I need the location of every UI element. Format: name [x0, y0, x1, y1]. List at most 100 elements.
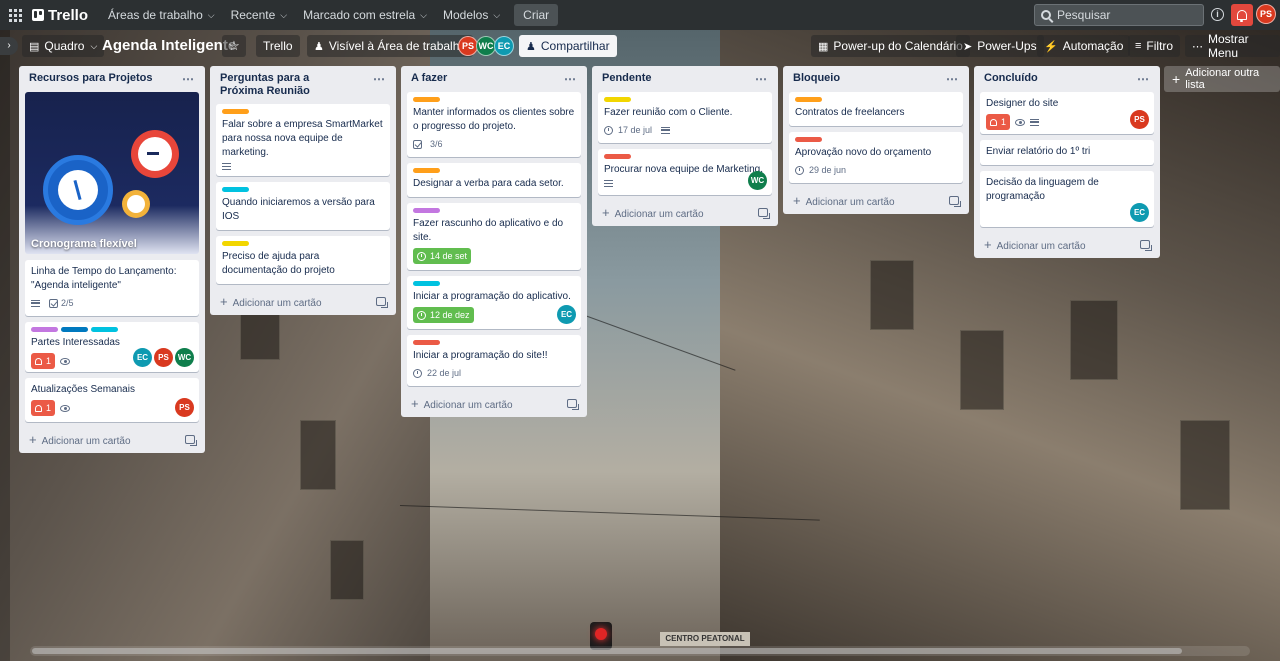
menu-templates-label: Modelos: [442, 8, 489, 22]
menu-templates[interactable]: Modelos ⌵: [437, 4, 506, 26]
create-button[interactable]: Criar: [514, 4, 559, 26]
card[interactable]: Falar sobre a empresa SmartMarket para n…: [216, 104, 390, 176]
card[interactable]: Fazer rascunho do aplicativo e do site. …: [407, 203, 581, 270]
share-button[interactable]: ♟ Compartilhar: [519, 35, 617, 57]
card[interactable]: Designer do site 1 PS: [980, 92, 1154, 134]
card[interactable]: Preciso de ajuda para documentação do pr…: [216, 236, 390, 284]
card[interactable]: Aprovação novo do orçamento 29 de jun: [789, 132, 963, 183]
card-template-icon[interactable]: [949, 196, 961, 207]
add-card-button[interactable]: + Adicionar um cartão: [25, 428, 199, 447]
notifications-button[interactable]: [1231, 4, 1253, 26]
list-menu-icon[interactable]: ⋯: [182, 72, 195, 86]
member-avatar[interactable]: WC: [175, 348, 194, 367]
card[interactable]: Fazer reunião com o Cliente. 17 de jul: [598, 92, 772, 143]
card[interactable]: Procurar nova equipe de Marketing. WC: [598, 149, 772, 195]
member-avatar[interactable]: WC: [476, 36, 496, 56]
add-list-button[interactable]: + Adicionar outra lista: [1164, 66, 1280, 92]
menu-workspaces[interactable]: Áreas de trabalho ⌵: [102, 4, 221, 26]
card[interactable]: Atualizações Semanais 1 PS: [25, 378, 199, 422]
card[interactable]: Contratos de freelancers: [789, 92, 963, 126]
list-header[interactable]: Concluído ⋯: [980, 66, 1154, 92]
card[interactable]: Enviar relatório do 1º tri: [980, 140, 1154, 165]
member-avatar[interactable]: PS: [154, 348, 173, 367]
list-title[interactable]: Perguntas para a Próxima Reunião: [220, 72, 350, 98]
member-avatar[interactable]: EC: [494, 36, 514, 56]
due-date-badge[interactable]: 12 de dez: [413, 307, 474, 323]
horizontal-scrollbar[interactable]: [30, 646, 1250, 656]
list-menu-icon[interactable]: ⋯: [946, 72, 959, 86]
workspace-button[interactable]: Trello: [256, 35, 300, 57]
label-blue: [61, 327, 88, 332]
member-avatar[interactable]: EC: [1130, 203, 1149, 222]
notification-count: 1: [46, 403, 52, 413]
powerups-button[interactable]: ➤ Power-Ups: [956, 35, 1044, 57]
card[interactable]: Designar a verba para cada setor.: [407, 163, 581, 197]
filter-button[interactable]: ≡ Filtro: [1128, 35, 1181, 57]
menu-recent-label: Recente: [230, 8, 276, 22]
add-card-button[interactable]: + Adicionar um cartão: [598, 201, 772, 220]
list-title[interactable]: Recursos para Projetos: [29, 72, 153, 84]
menu-starred-label: Marcado com estrela: [303, 8, 416, 22]
card[interactable]: Iniciar a programação do site!! 22 de ju…: [407, 335, 581, 386]
list-title[interactable]: Bloqueio: [793, 72, 840, 84]
card-template-icon[interactable]: [1140, 240, 1152, 251]
card-template-icon[interactable]: [758, 208, 770, 219]
card-members: EC: [1130, 203, 1149, 222]
list-header[interactable]: Recursos para Projetos ⋯: [25, 66, 199, 92]
due-date-badge[interactable]: 14 de set: [413, 248, 472, 264]
card-template-icon[interactable]: [185, 435, 197, 446]
card[interactable]: Partes Interessadas 1 EC PS WC: [25, 322, 199, 372]
visibility-button[interactable]: ♟ Visível à Área de trabalho: [307, 35, 474, 57]
card-template-icon[interactable]: [376, 297, 388, 308]
automation-button[interactable]: ⚡ Automação: [1037, 35, 1131, 57]
user-avatar[interactable]: PS: [1256, 4, 1276, 24]
list-title[interactable]: Pendente: [602, 72, 652, 84]
list-header[interactable]: Perguntas para a Próxima Reunião ⋯: [216, 66, 390, 104]
card[interactable]: Quando iniciaremos a versão para IOS: [216, 182, 390, 230]
calendar-powerup-button[interactable]: ▦ Power-up do Calendário: [811, 35, 970, 57]
member-avatar[interactable]: PS: [1130, 110, 1149, 129]
view-switcher-button[interactable]: ▤ Quadro ⌵: [22, 35, 105, 57]
add-card-button[interactable]: + Adicionar um cartão: [407, 392, 581, 411]
scrollbar-thumb[interactable]: [32, 648, 1182, 654]
member-avatar[interactable]: WC: [748, 171, 767, 190]
star-icon[interactable]: ☆: [222, 35, 246, 57]
list-header[interactable]: Bloqueio ⋯: [789, 66, 963, 92]
menu-starred[interactable]: Marcado com estrela ⌵: [297, 4, 433, 26]
card[interactable]: Linha de Tempo do Lançamento: "Agenda in…: [25, 260, 199, 316]
board-header: › ▤ Quadro ⌵ Agenda Inteligente ☆ Trello…: [0, 32, 1280, 60]
list-title[interactable]: A fazer: [411, 72, 447, 84]
list-header[interactable]: Pendente ⋯: [598, 66, 772, 92]
add-card-button[interactable]: + Adicionar um cartão: [789, 189, 963, 208]
list-header[interactable]: A fazer ⋯: [407, 66, 581, 92]
due-date-text[interactable]: 22 de jul: [427, 366, 461, 380]
list-menu-icon[interactable]: ⋯: [564, 72, 577, 86]
card[interactable]: Iniciar a programação do aplicativo. 12 …: [407, 276, 581, 329]
list-menu-icon[interactable]: ⋯: [755, 72, 768, 86]
board-title[interactable]: Agenda Inteligente: [102, 37, 236, 54]
member-avatar[interactable]: PS: [175, 398, 194, 417]
member-avatar[interactable]: EC: [133, 348, 152, 367]
list-title[interactable]: Concluído: [984, 72, 1038, 84]
plus-icon: +: [1172, 71, 1181, 87]
show-menu-button[interactable]: ⋯ Mostrar Menu: [1185, 32, 1280, 60]
info-icon[interactable]: i: [1211, 8, 1224, 21]
card[interactable]: Decisão da linguagem de programação EC: [980, 171, 1154, 227]
apps-grid-icon[interactable]: [6, 6, 24, 24]
trello-logo[interactable]: Trello: [32, 7, 88, 24]
card-cover-cronograma[interactable]: Cronograma flexível: [25, 92, 199, 254]
card-badges: [604, 180, 766, 187]
search-input[interactable]: Pesquisar: [1034, 4, 1204, 26]
member-avatar[interactable]: PS: [458, 36, 478, 56]
list-menu-icon[interactable]: ⋯: [1137, 72, 1150, 86]
member-avatar[interactable]: EC: [557, 305, 576, 324]
card[interactable]: Manter informados os clientes sobre o pr…: [407, 92, 581, 157]
add-card-button[interactable]: + Adicionar um cartão: [216, 290, 390, 309]
add-card-button[interactable]: + Adicionar um cartão: [980, 233, 1154, 252]
card-template-icon[interactable]: [567, 399, 579, 410]
list-menu-icon[interactable]: ⋯: [373, 72, 386, 86]
due-date-text[interactable]: 17 de jul: [618, 123, 652, 137]
menu-recent[interactable]: Recente ⌵: [225, 4, 294, 26]
due-date-text[interactable]: 29 de jun: [809, 163, 846, 177]
sidebar-expand-icon[interactable]: ›: [0, 37, 18, 55]
